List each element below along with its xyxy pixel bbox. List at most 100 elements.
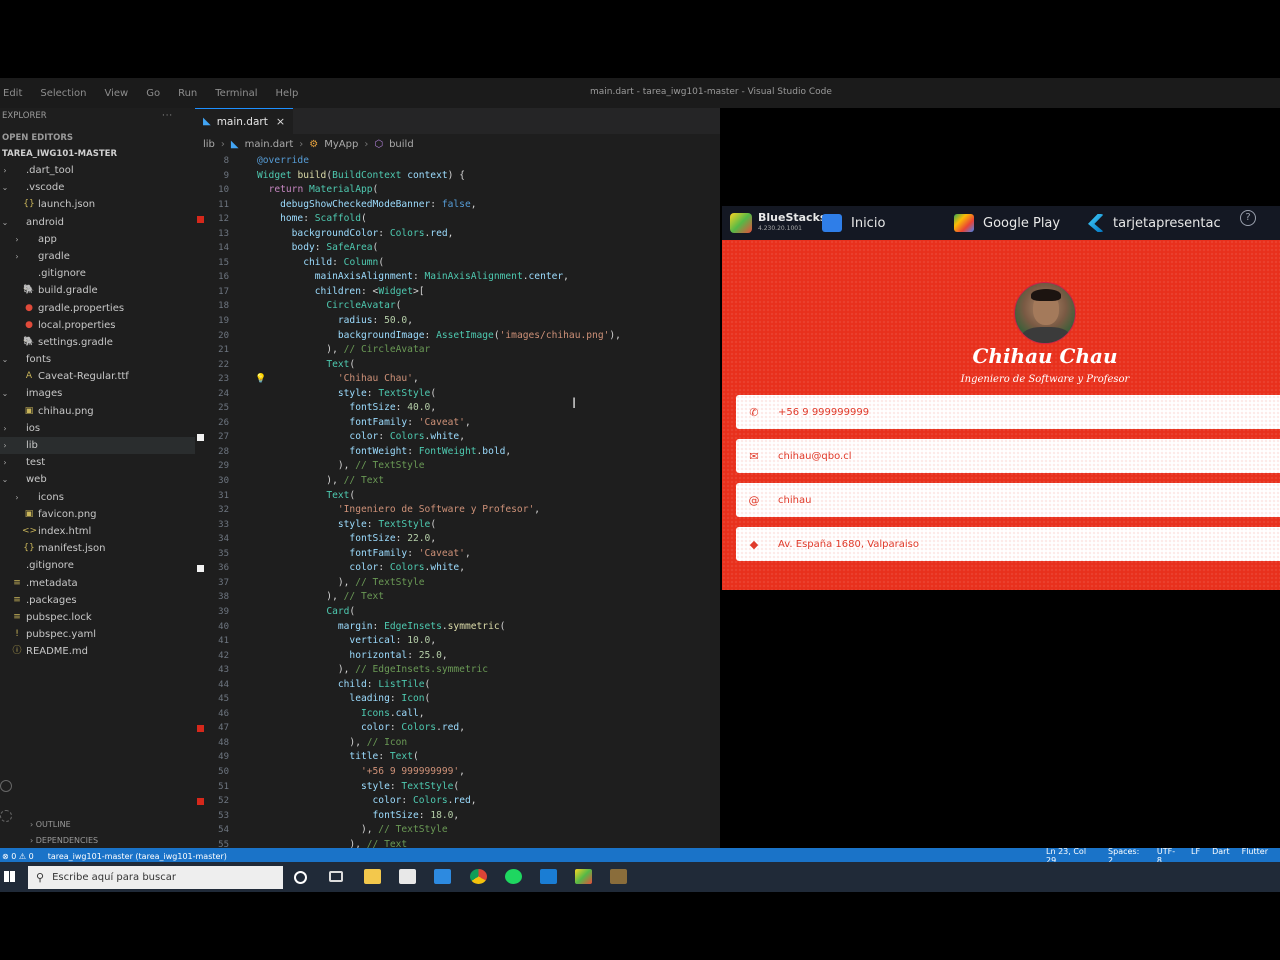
- tree-item[interactable]: ▣ chihau.png: [0, 403, 195, 420]
- breadcrumb-class[interactable]: MyApp: [324, 139, 358, 150]
- tree-item-label: manifest.json: [38, 543, 106, 555]
- help-icon[interactable]: ?: [1240, 210, 1256, 226]
- tree-item[interactable]: › icons: [0, 489, 195, 506]
- vscode-icon[interactable]: [540, 869, 557, 884]
- breadcrumb-lib[interactable]: lib: [203, 139, 215, 150]
- settings-gear-icon[interactable]: [0, 810, 12, 822]
- account-icon[interactable]: [0, 780, 12, 792]
- menu-edit[interactable]: Edit: [0, 88, 31, 99]
- code-line: 35 fontFamily: 'Caveat',: [195, 547, 720, 562]
- chrome-icon[interactable]: [470, 869, 487, 884]
- dependencies-section[interactable]: › DEPENDENCIES: [30, 836, 190, 845]
- breadcrumb-file[interactable]: main.dart: [245, 139, 294, 150]
- tree-item-label: launch.json: [38, 199, 96, 211]
- archive-app-icon[interactable]: [610, 869, 627, 884]
- tree-item[interactable]: <> index.html: [0, 523, 195, 540]
- tree-item-label: .dart_tool: [26, 165, 74, 176]
- tree-item[interactable]: {} manifest.json: [0, 540, 195, 557]
- tree-item-label: index.html: [38, 525, 92, 537]
- tree-item[interactable]: .gitignore: [0, 557, 195, 574]
- breadcrumb-method[interactable]: build: [389, 139, 414, 150]
- tree-item[interactable]: › lib: [0, 437, 195, 455]
- store-icon[interactable]: [399, 869, 416, 884]
- menu-selection[interactable]: Selection: [31, 88, 95, 99]
- code-text: Text(: [326, 489, 356, 501]
- tree-item[interactable]: › test: [0, 454, 195, 471]
- line-number: 22: [218, 359, 229, 370]
- tree-item[interactable]: 🐘 settings.gradle: [0, 334, 195, 351]
- code-text: Text(: [326, 358, 356, 370]
- problems-indicator[interactable]: ⊗ 0 ⚠ 0: [2, 852, 34, 861]
- contact-card-text: +56 9 999999999: [778, 406, 870, 418]
- tree-item[interactable]: ⌄ images: [0, 385, 195, 402]
- contact-card[interactable]: ◆ Av. España 1680, Valparaiso: [736, 527, 1280, 561]
- chevron-right-icon: ›: [15, 492, 19, 502]
- code-text: child: ListTile(: [337, 678, 431, 690]
- code-text: style: TextStyle(: [337, 387, 437, 399]
- contact-card[interactable]: ✆ +56 9 999999999: [736, 395, 1280, 429]
- contact-card[interactable]: ✉ chihau@qbo.cl: [736, 439, 1280, 473]
- tree-item[interactable]: › .dart_tool: [0, 162, 195, 179]
- menu-run[interactable]: Run: [169, 88, 206, 99]
- more-actions-icon[interactable]: ···: [162, 108, 173, 124]
- file-type-icon: ▣: [24, 508, 34, 519]
- tree-item[interactable]: › gradle: [0, 248, 195, 265]
- line-number: 27: [218, 432, 229, 443]
- tree-item[interactable]: ● gradle.properties: [0, 300, 195, 317]
- menu-items: Edit Selection View Go Run Terminal Help: [0, 88, 307, 99]
- code-line: 49 title: Text(: [195, 750, 720, 765]
- flutter-icon: [1088, 214, 1104, 232]
- tab-inicio[interactable]: Inicio: [822, 214, 885, 232]
- line-number: 54: [218, 825, 229, 836]
- mail-app-icon[interactable]: [434, 869, 451, 884]
- tree-item[interactable]: {} launch.json: [0, 196, 195, 213]
- tree-item[interactable]: › app: [0, 231, 195, 248]
- line-number: 9: [223, 170, 229, 181]
- code-area[interactable]: 8 @override 9 Widget build(BuildContext con…: [195, 154, 720, 867]
- close-tab-icon[interactable]: ×: [276, 115, 285, 128]
- tree-item[interactable]: ⓘ README.md: [0, 643, 195, 660]
- tab-google-play[interactable]: Google Play: [954, 214, 1060, 232]
- line-number: 15: [218, 257, 229, 268]
- menu-help[interactable]: Help: [267, 88, 308, 99]
- project-root[interactable]: TAREA_IWG101-MASTER: [0, 146, 195, 162]
- tree-item[interactable]: ⌄ fonts: [0, 351, 195, 368]
- tree-item[interactable]: 🐘 build.gradle: [0, 282, 195, 299]
- contact-card[interactable]: @ chihau: [736, 483, 1280, 517]
- tree-item[interactable]: ⌄ web: [0, 471, 195, 488]
- tree-item[interactable]: ≡ .packages: [0, 592, 195, 609]
- tree-item-label: chihau.png: [38, 405, 94, 417]
- tree-item[interactable]: ▣ favicon.png: [0, 506, 195, 523]
- code-line: 44 child: ListTile(: [195, 678, 720, 693]
- tree-item[interactable]: ! pubspec.yaml: [0, 626, 195, 643]
- tab-main-dart[interactable]: ◣ main.dart ×: [195, 108, 294, 134]
- tree-item[interactable]: ● local.properties: [0, 317, 195, 334]
- tab-app[interactable]: tarjetapresentac: [1088, 214, 1221, 232]
- code-line: 32 'Ingeniero de Software y Profesor',: [195, 503, 720, 518]
- tree-item[interactable]: ≡ pubspec.lock: [0, 609, 195, 626]
- tree-item-label: gradle: [38, 250, 70, 262]
- windows-start-icon[interactable]: [4, 871, 15, 882]
- tree-item[interactable]: ⌄ android: [0, 214, 195, 231]
- chevron-down-icon: ⌄: [1, 355, 9, 365]
- tree-item[interactable]: › ios: [0, 420, 195, 437]
- task-view-icon[interactable]: [329, 871, 343, 882]
- file-explorer-icon[interactable]: [364, 869, 381, 884]
- menu-terminal[interactable]: Terminal: [206, 88, 266, 99]
- open-editors-section[interactable]: OPEN EDITORS: [0, 130, 195, 146]
- tree-item[interactable]: .gitignore: [0, 265, 195, 282]
- cortana-icon[interactable]: [294, 871, 307, 884]
- outline-section[interactable]: › OUTLINE: [30, 820, 190, 829]
- line-number: 39: [218, 606, 229, 617]
- tree-item[interactable]: ≡ .metadata: [0, 575, 195, 592]
- menu-go[interactable]: Go: [137, 88, 169, 99]
- spotify-icon[interactable]: [505, 869, 522, 884]
- line-number: 46: [218, 708, 229, 719]
- bluestacks-taskbar-icon[interactable]: [575, 869, 592, 884]
- tree-item[interactable]: A Caveat-Regular.ttf: [0, 368, 195, 385]
- menu-view[interactable]: View: [95, 88, 137, 99]
- status-repo[interactable]: tarea_iwg101-master (tarea_iwg101-master…: [48, 852, 227, 861]
- taskbar-search[interactable]: ⚲ Escribe aquí para buscar: [28, 866, 283, 889]
- search-icon: ⚲: [36, 871, 45, 884]
- tree-item[interactable]: ⌄ .vscode: [0, 179, 195, 196]
